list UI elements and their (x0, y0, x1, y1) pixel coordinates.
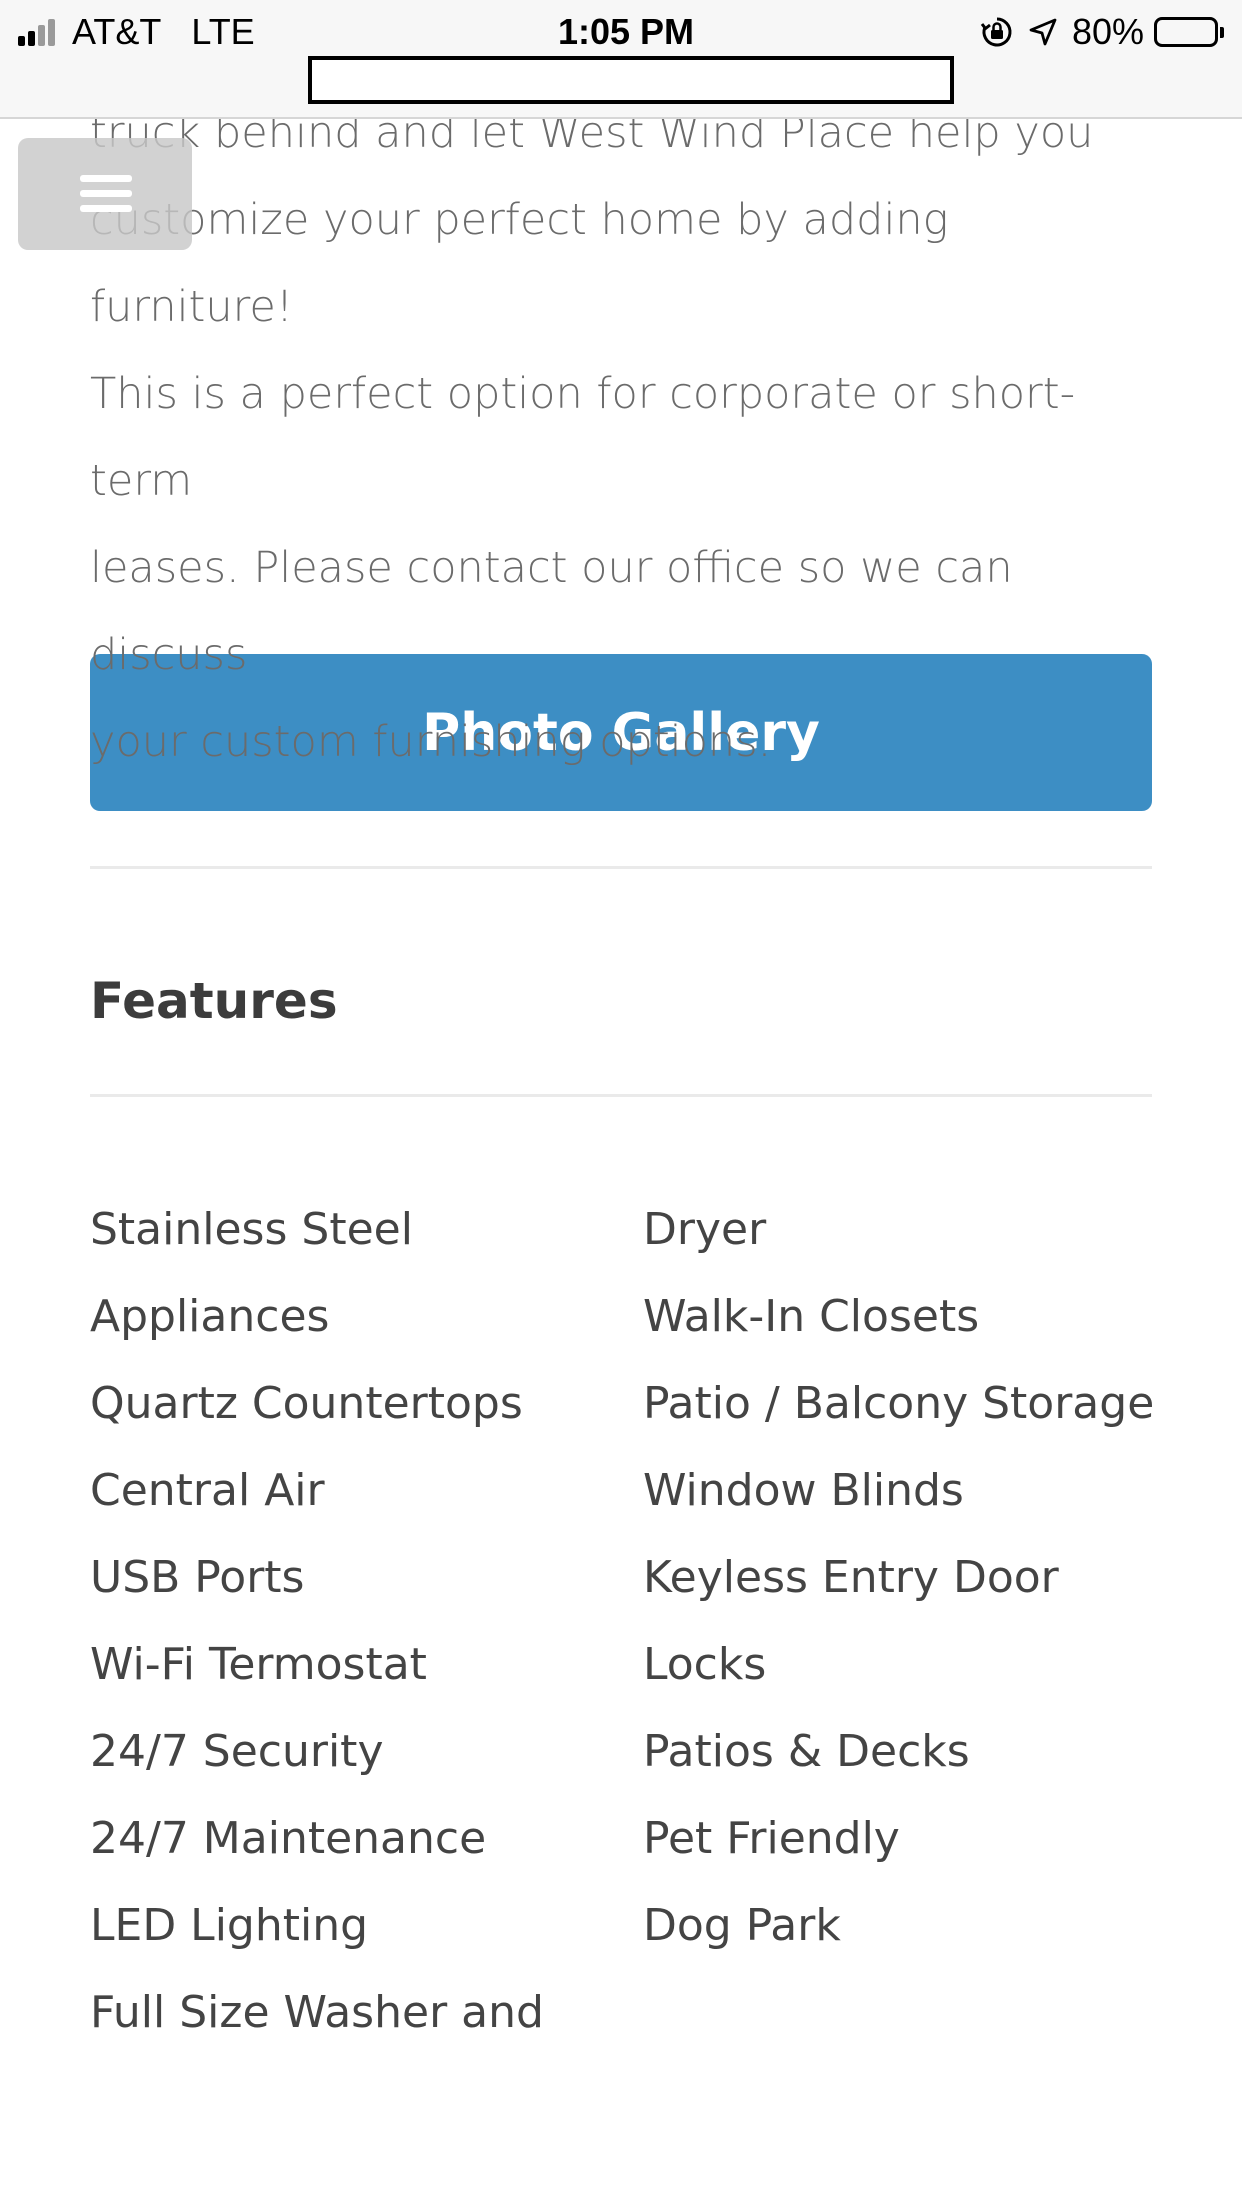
feature-item: Quartz Countertops (90, 1378, 523, 1429)
feature-item: Window Blinds (643, 1465, 964, 1516)
feature-item: Full Size Washer and (90, 1987, 544, 2038)
orientation-lock-icon (980, 15, 1014, 49)
feature-item: Keyless Entry Door (643, 1552, 1059, 1603)
feature-item: USB Ports (90, 1552, 305, 1603)
feature-item: Locks (643, 1639, 767, 1690)
feature-item: Stainless Steel (90, 1204, 413, 1255)
status-right: 80% (980, 10, 1224, 54)
feature-item: Central Air (90, 1465, 325, 1516)
status-bar: AT&T LTE 1:05 PM 80% (0, 0, 1242, 119)
feature-item: 24/7 Maintenance (90, 1813, 487, 1864)
feature-item: Dog Park (643, 1900, 841, 1951)
features-list: Stainless Steel Appliances Quartz Countert… (90, 1186, 1160, 2056)
feature-item: Dryer (643, 1204, 767, 1255)
url-bar[interactable] (308, 56, 954, 104)
feature-item: LED Lighting (90, 1900, 369, 1951)
battery-percent: 80% (1071, 11, 1144, 52)
feature-item: 24/7 Security (90, 1726, 384, 1777)
divider-features (90, 1094, 1152, 1097)
feature-item: Wi-Fi Termostat (90, 1639, 427, 1690)
feature-item: Patios & Decks (643, 1726, 970, 1777)
menu-button[interactable] (18, 138, 192, 250)
divider-top (90, 866, 1152, 869)
feature-item: Patio / Balcony Storage (643, 1378, 1155, 1429)
features-column-right: Dryer Walk-In Closets Patio / Balcony Stor… (643, 1186, 1160, 2056)
feature-item: Appliances (90, 1291, 330, 1342)
features-column-left: Stainless Steel Appliances Quartz Countert… (90, 1186, 643, 2056)
location-arrow-icon (1028, 17, 1058, 47)
feature-item: Pet Friendly (643, 1813, 900, 1864)
battery-icon (1154, 17, 1224, 47)
features-heading: Features (90, 972, 338, 1030)
feature-item: Walk-In Closets (643, 1291, 980, 1342)
intro-paragraph: truck behind and let West Wind Place hel… (90, 108, 1094, 767)
